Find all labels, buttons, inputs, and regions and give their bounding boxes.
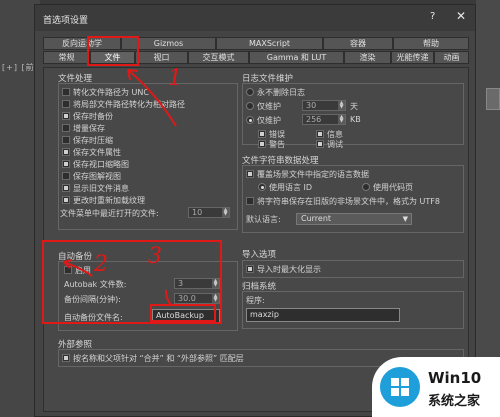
- windows-logo-icon: [380, 367, 420, 407]
- watermark-text-1: Win10: [428, 369, 482, 387]
- watermark-text-2: 系统之家: [428, 394, 481, 409]
- annotation-arrows: [63, 69, 177, 307]
- watermark: Win10 系统之家: [372, 357, 500, 417]
